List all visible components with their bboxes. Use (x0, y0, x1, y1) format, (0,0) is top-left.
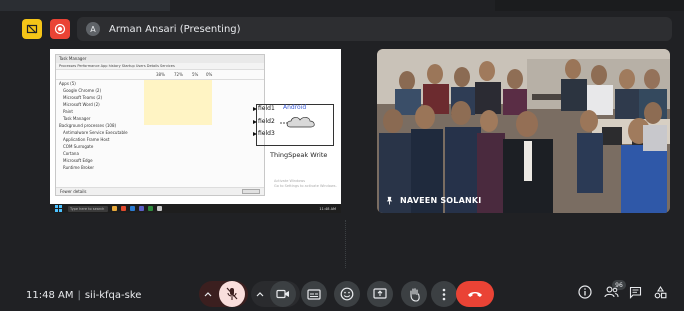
activities-button[interactable] (652, 284, 668, 300)
list-item: Microsoft Word (2) (63, 102, 100, 107)
task-manager-column-headers: 38% 72% 5% 0% (56, 70, 264, 80)
present-screen-icon (26, 24, 38, 34)
participant-label: NAVEEN SOLANKI (385, 196, 481, 205)
group-photo (377, 49, 670, 213)
list-item: COM Surrogate (63, 144, 94, 149)
camera-options-button[interactable] (251, 281, 269, 307)
camera-icon (276, 289, 289, 299)
taskbar-app-icon (121, 206, 126, 211)
captions-icon (307, 288, 321, 300)
presenter-banner: A Arman Ansari (Presenting) (77, 17, 672, 41)
activate-windows-watermark: Activate Windows Go to Settings to activ… (274, 179, 337, 189)
camera-toggle-button[interactable] (270, 281, 296, 307)
task-manager-footer: Fewer details (56, 187, 264, 195)
arrow-icon (253, 132, 257, 136)
meeting-control-bar: 11:48 AM | sii-kfqa-ske 96 (0, 274, 684, 311)
group-label: Apps (5) (59, 81, 76, 86)
background-strip (0, 0, 170, 11)
hand-icon (409, 287, 420, 302)
divider (345, 220, 346, 268)
leave-call-button[interactable] (456, 281, 494, 307)
recording-button[interactable] (50, 19, 70, 39)
chat-icon (629, 286, 641, 299)
taskbar-app-icon (148, 206, 153, 211)
present-screen-icon (373, 288, 387, 299)
task-manager-tabs: Processes Performance App history Startu… (56, 63, 264, 70)
task-manager-window: Task Manager Processes Performance App h… (55, 54, 265, 196)
emoji-reactions-button[interactable] (334, 281, 360, 307)
meeting-time: 11:48 AM (26, 290, 74, 301)
field-label: field2 (258, 118, 275, 125)
meeting-code: sii-kfqa-ske (84, 290, 142, 301)
android-label: Android (283, 104, 307, 111)
list-item: Cortana (63, 151, 79, 156)
taskbar-clock: 11:48 AM (319, 206, 336, 211)
top-bar: A Arman Ansari (Presenting) (14, 15, 672, 44)
field-label: field1 (258, 105, 275, 112)
column-memory: 72% (174, 72, 183, 77)
fewer-details-link: Fewer details (60, 189, 87, 194)
list-item: Runtime Broker (63, 165, 95, 170)
list-item: Antimalware Service Executable (63, 130, 128, 135)
column-disk: 5% (192, 72, 199, 77)
group-label: Background processes (108) (59, 123, 117, 128)
taskbar-app-icon (130, 206, 135, 211)
shared-screen-tile: Task Manager Processes Performance App h… (50, 49, 341, 213)
column-network: 0% (206, 72, 213, 77)
captions-button[interactable] (301, 281, 327, 307)
shapes-icon (654, 285, 666, 298)
taskbar-app-icon (112, 206, 117, 211)
windows-start-icon (55, 205, 62, 212)
taskbar-app-icon (139, 206, 144, 211)
list-item: Microsoft Teams (2) (63, 95, 103, 100)
stop-presenting-button[interactable] (22, 19, 42, 39)
chat-button[interactable] (627, 284, 643, 300)
mic-options-button[interactable] (199, 281, 217, 307)
hang-up-icon (468, 292, 482, 297)
present-now-button[interactable] (367, 281, 393, 307)
arrow-icon (253, 107, 257, 111)
presenter-name: Arman Ansari (Presenting) (109, 23, 241, 35)
raise-hand-button[interactable] (401, 281, 427, 307)
arrow-icon (253, 120, 257, 124)
more-options-button[interactable] (431, 281, 457, 307)
cloud-icon (280, 117, 315, 128)
task-manager-title: Task Manager (56, 55, 264, 63)
meeting-details-button[interactable] (577, 284, 593, 300)
mic-off-icon (226, 287, 238, 300)
pin-icon (386, 196, 393, 205)
meeting-info: 11:48 AM | sii-kfqa-ske (26, 290, 141, 301)
people-icon (603, 286, 618, 298)
list-item: Task Manager (63, 116, 91, 121)
list-item: Paint (63, 109, 73, 114)
avatar: A (86, 22, 100, 36)
emoji-icon (340, 287, 354, 301)
background-strip (495, 0, 684, 11)
people-button[interactable] (603, 284, 619, 300)
mic-toggle-button[interactable] (219, 281, 245, 307)
windows-taskbar: Type here to search 11:48 AM (50, 204, 341, 213)
participant-video-tile[interactable]: NAVEEN SOLANKI (377, 49, 670, 213)
column-cpu: 38% (156, 72, 165, 77)
list-item: Application Frame Host (63, 137, 110, 142)
taskbar-app-icon (157, 206, 162, 211)
watermark-line: Go to Settings to activate Windows. (274, 184, 337, 188)
list-item: Microsoft Edge (63, 158, 93, 163)
end-task-button (242, 189, 260, 194)
participant-name: NAVEEN SOLANKI (400, 196, 482, 205)
list-item: Google Chrome (2) (63, 88, 102, 93)
field-label: field3 (258, 130, 275, 137)
chevron-up-icon (256, 292, 264, 297)
separator: | (77, 290, 81, 301)
more-vert-icon (442, 288, 446, 300)
record-icon (54, 23, 66, 35)
info-icon (578, 285, 592, 299)
diagram-caption: ThingSpeak Write (270, 151, 328, 159)
taskbar-search: Type here to search (68, 205, 108, 212)
chevron-up-icon (204, 292, 212, 297)
